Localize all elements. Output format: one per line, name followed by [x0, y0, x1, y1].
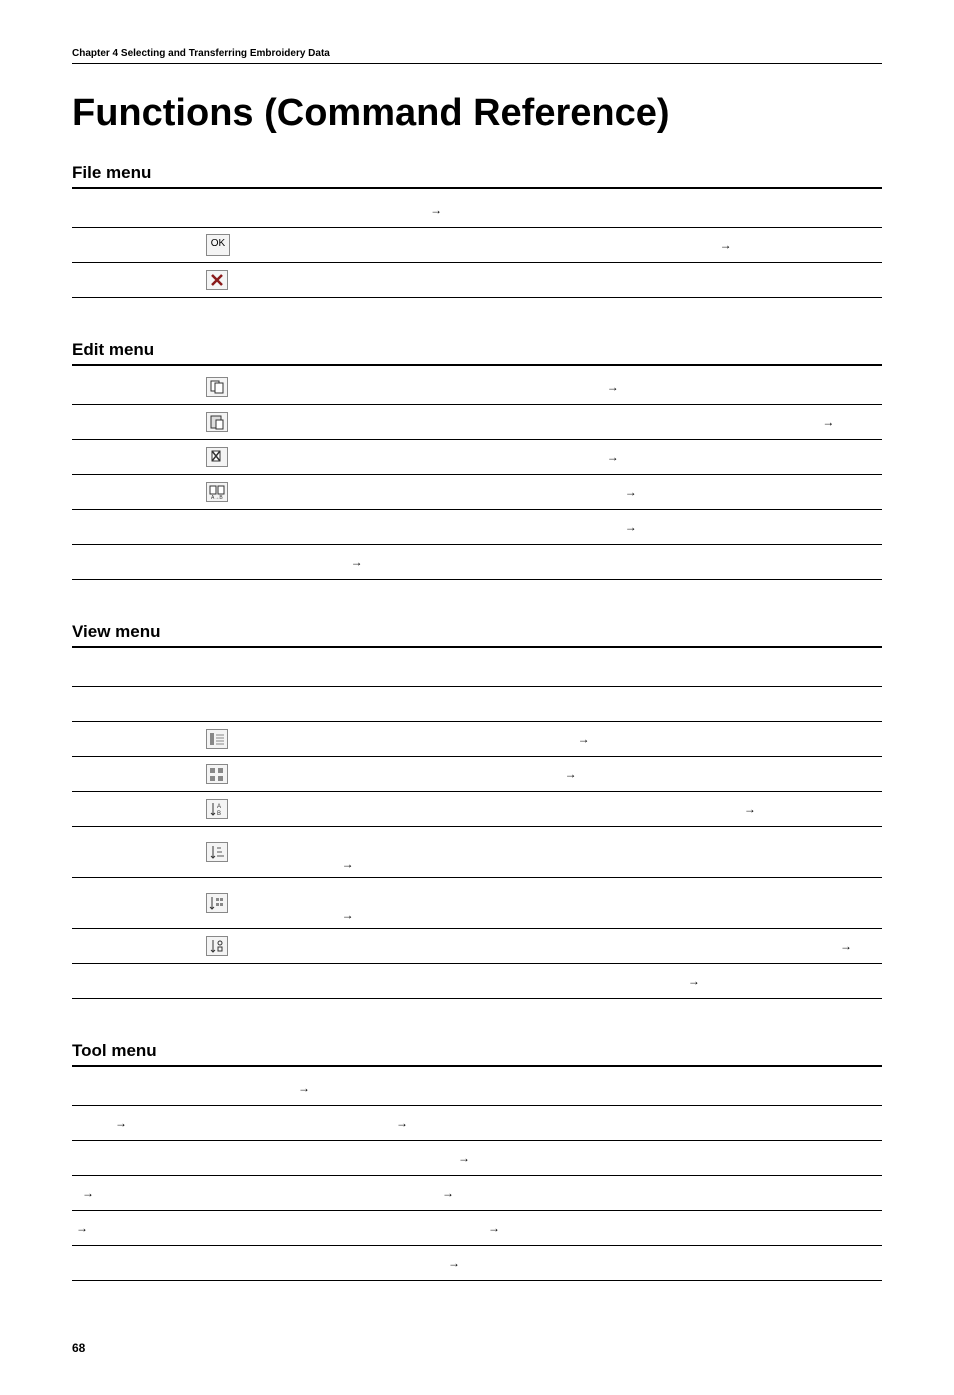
svg-text:B: B — [217, 811, 221, 817]
file-menu-heading: File menu — [72, 163, 882, 189]
close-x-icon — [206, 270, 228, 290]
table-row: → — [72, 405, 882, 440]
table-row: → — [72, 440, 882, 475]
copy-icon — [206, 377, 228, 397]
page-number: 68 — [72, 1341, 882, 1355]
tool-menu-table: → → → → → → → → — [72, 1071, 882, 1281]
arrow-right-icon: → — [351, 555, 363, 569]
arrow-right-icon: → — [744, 802, 756, 816]
list-detail-icon — [206, 729, 228, 749]
svg-text:A: A — [217, 804, 221, 810]
arrow-right-icon: → — [430, 203, 442, 217]
edit-menu-heading: Edit menu — [72, 340, 882, 366]
table-row: → — [72, 929, 882, 964]
arrow-right-icon: → — [822, 415, 834, 429]
arrow-right-icon: → — [342, 908, 354, 922]
arrow-right-icon: → — [578, 732, 590, 746]
table-row: → → — [72, 1106, 882, 1141]
table-row: → — [72, 370, 882, 405]
sort-size-icon — [206, 842, 228, 862]
table-row: → → — [72, 1211, 882, 1246]
table-row: → — [72, 1071, 882, 1106]
arrow-right-icon: → — [488, 1221, 500, 1235]
thumbnail-grid-icon — [206, 764, 228, 784]
arrow-right-icon: → — [840, 939, 852, 953]
table-row: → → — [72, 1176, 882, 1211]
table-row: OK → — [72, 228, 882, 263]
view-menu-table: → → AB → → → — [72, 652, 882, 999]
table-row: → — [72, 722, 882, 757]
file-menu-table: → OK → — [72, 193, 882, 298]
paste-icon — [206, 412, 228, 432]
chapter-header: Chapter 4 Selecting and Transferring Emb… — [72, 48, 882, 64]
table-row: → — [72, 878, 882, 929]
ok-button-icon: OK — [206, 234, 230, 256]
arrow-right-icon: → — [448, 1256, 460, 1270]
arrow-right-icon: → — [565, 767, 577, 781]
table-row — [72, 263, 882, 298]
delete-icon — [206, 447, 228, 467]
arrow-right-icon: → — [342, 857, 354, 871]
arrow-right-icon: → — [298, 1081, 310, 1095]
table-row: → — [72, 964, 882, 999]
table-row: → — [72, 827, 882, 878]
arrow-right-icon: → — [720, 238, 732, 252]
table-row: A→B → — [72, 475, 882, 510]
arrow-right-icon: → — [688, 974, 700, 988]
table-row: → — [72, 510, 882, 545]
arrow-right-icon: → — [625, 520, 637, 534]
rename-icon: A→B — [206, 482, 228, 502]
table-row: → — [72, 1246, 882, 1281]
table-row: AB → — [72, 792, 882, 827]
sort-name-icon: AB — [206, 799, 228, 819]
arrow-right-icon: → — [76, 1221, 88, 1235]
arrow-right-icon: → — [396, 1116, 408, 1130]
sort-grid-icon — [206, 893, 228, 913]
table-row: → — [72, 193, 882, 228]
table-row — [72, 652, 882, 687]
table-row: → — [72, 757, 882, 792]
table-row: → — [72, 1141, 882, 1176]
arrow-right-icon: → — [442, 1186, 454, 1200]
svg-text:A→B: A→B — [211, 495, 223, 501]
sort-type-icon — [206, 936, 228, 956]
arrow-right-icon: → — [625, 485, 637, 499]
table-row: → — [72, 545, 882, 580]
tool-menu-heading: Tool menu — [72, 1041, 882, 1067]
arrow-right-icon: → — [82, 1186, 94, 1200]
arrow-right-icon: → — [458, 1151, 470, 1165]
page-title: Functions (Command Reference) — [72, 92, 882, 135]
edit-menu-table: → → → A→B → — [72, 370, 882, 580]
arrow-right-icon: → — [607, 450, 619, 464]
table-row — [72, 687, 882, 722]
view-menu-heading: View menu — [72, 622, 882, 648]
arrow-right-icon: → — [607, 380, 619, 394]
arrow-right-icon: → — [115, 1116, 127, 1130]
